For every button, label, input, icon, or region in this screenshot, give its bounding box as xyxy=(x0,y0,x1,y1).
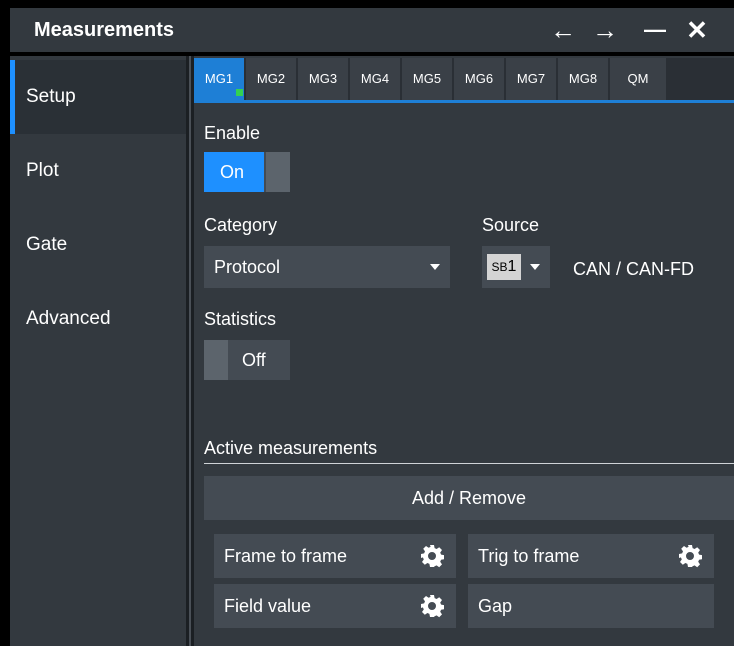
tab-label: MG4 xyxy=(360,71,390,86)
add-remove-button[interactable]: Add / Remove xyxy=(204,476,734,520)
active-indicator-icon xyxy=(236,89,243,96)
statistics-toggle-value: Off xyxy=(242,350,266,370)
sidebar-item-label: Setup xyxy=(26,86,76,107)
enable-toggle-value: On xyxy=(204,152,264,192)
source-select[interactable]: SB1 xyxy=(482,246,550,288)
measurement-item-gap[interactable]: Gap xyxy=(468,584,714,628)
tab-label: MG1 xyxy=(204,71,234,86)
main-panel: MG1 MG2 MG3 MG4 MG5 MG6 MG7 MG8 QM Enabl… xyxy=(194,56,734,646)
tab-mg7[interactable]: MG7 xyxy=(506,58,556,100)
sidebar-item-plot[interactable]: Plot xyxy=(10,134,186,208)
panel-divider[interactable] xyxy=(186,56,194,646)
tab-mg6[interactable]: MG6 xyxy=(454,58,504,100)
tab-label: MG7 xyxy=(516,71,546,86)
tab-bar: MG1 MG2 MG3 MG4 MG5 MG6 MG7 MG8 QM xyxy=(194,58,734,100)
tab-mg4[interactable]: MG4 xyxy=(350,58,400,100)
measurement-item-field-value[interactable]: Field value xyxy=(214,584,456,628)
tab-mg5[interactable]: MG5 xyxy=(402,58,452,100)
source-label: Source xyxy=(482,215,540,235)
measurement-label: Field value xyxy=(224,596,312,616)
statistics-toggle[interactable]: Off xyxy=(204,340,290,380)
chevron-down-icon xyxy=(430,264,440,270)
tab-label: MG5 xyxy=(412,71,442,86)
enable-toggle[interactable]: On xyxy=(204,152,290,192)
tab-mg1[interactable]: MG1 xyxy=(194,58,244,100)
category-label: Category xyxy=(204,215,278,235)
measurement-item-frame-to-frame[interactable]: Frame to frame xyxy=(214,534,456,578)
tab-mg8[interactable]: MG8 xyxy=(558,58,608,100)
section-divider xyxy=(204,463,734,464)
sidebar-item-label: Advanced xyxy=(26,308,111,329)
tab-label: MG2 xyxy=(256,71,286,86)
tab-mg2[interactable]: MG2 xyxy=(246,58,296,100)
back-arrow-icon[interactable]: ← xyxy=(546,8,580,52)
chevron-down-icon xyxy=(530,264,540,270)
measurement-item-trig-to-frame[interactable]: Trig to frame xyxy=(468,534,714,578)
statistics-label: Statistics xyxy=(204,309,277,329)
active-measurements-heading: Active measurements xyxy=(204,438,378,458)
sidebar-item-setup[interactable]: Setup xyxy=(10,60,186,134)
source-chip-number: 1 xyxy=(507,258,517,275)
minimize-icon[interactable]: — xyxy=(638,8,672,52)
sidebar-item-label: Gate xyxy=(26,234,68,255)
measurement-label: Frame to frame xyxy=(224,546,348,566)
tab-label: QM xyxy=(627,71,649,86)
measurement-label: Gap xyxy=(478,596,513,616)
enable-label: Enable xyxy=(204,123,261,143)
category-select[interactable]: Protocol xyxy=(204,246,450,288)
measurement-label: Trig to frame xyxy=(478,546,580,566)
toggle-thumb xyxy=(204,340,228,380)
sidebar-item-label: Plot xyxy=(26,160,59,181)
title-bar: Measurements ← → — ✕ xyxy=(10,8,734,52)
gear-icon[interactable] xyxy=(420,594,444,618)
tab-mg3[interactable]: MG3 xyxy=(298,58,348,100)
tab-label: MG6 xyxy=(464,71,494,86)
gear-icon[interactable] xyxy=(420,544,444,568)
gear-icon[interactable] xyxy=(678,544,702,568)
toggle-thumb xyxy=(266,152,290,192)
forward-arrow-icon[interactable]: → xyxy=(588,8,622,52)
window-title: Measurements xyxy=(34,19,175,41)
sidebar-item-gate[interactable]: Gate xyxy=(10,208,186,282)
sidebar: Setup Plot Gate Advanced xyxy=(10,56,186,646)
tab-label: MG3 xyxy=(308,71,338,86)
tab-qm[interactable]: QM xyxy=(610,58,666,100)
category-value: Protocol xyxy=(214,257,281,277)
tab-label: MG8 xyxy=(568,71,598,86)
tab-underline xyxy=(194,100,734,103)
source-chip: SB1 xyxy=(487,254,521,280)
sidebar-item-advanced[interactable]: Advanced xyxy=(10,282,186,356)
close-icon[interactable]: ✕ xyxy=(680,8,714,52)
source-protocol: CAN / CAN-FD xyxy=(573,259,694,279)
source-chip-prefix: SB xyxy=(491,260,508,274)
